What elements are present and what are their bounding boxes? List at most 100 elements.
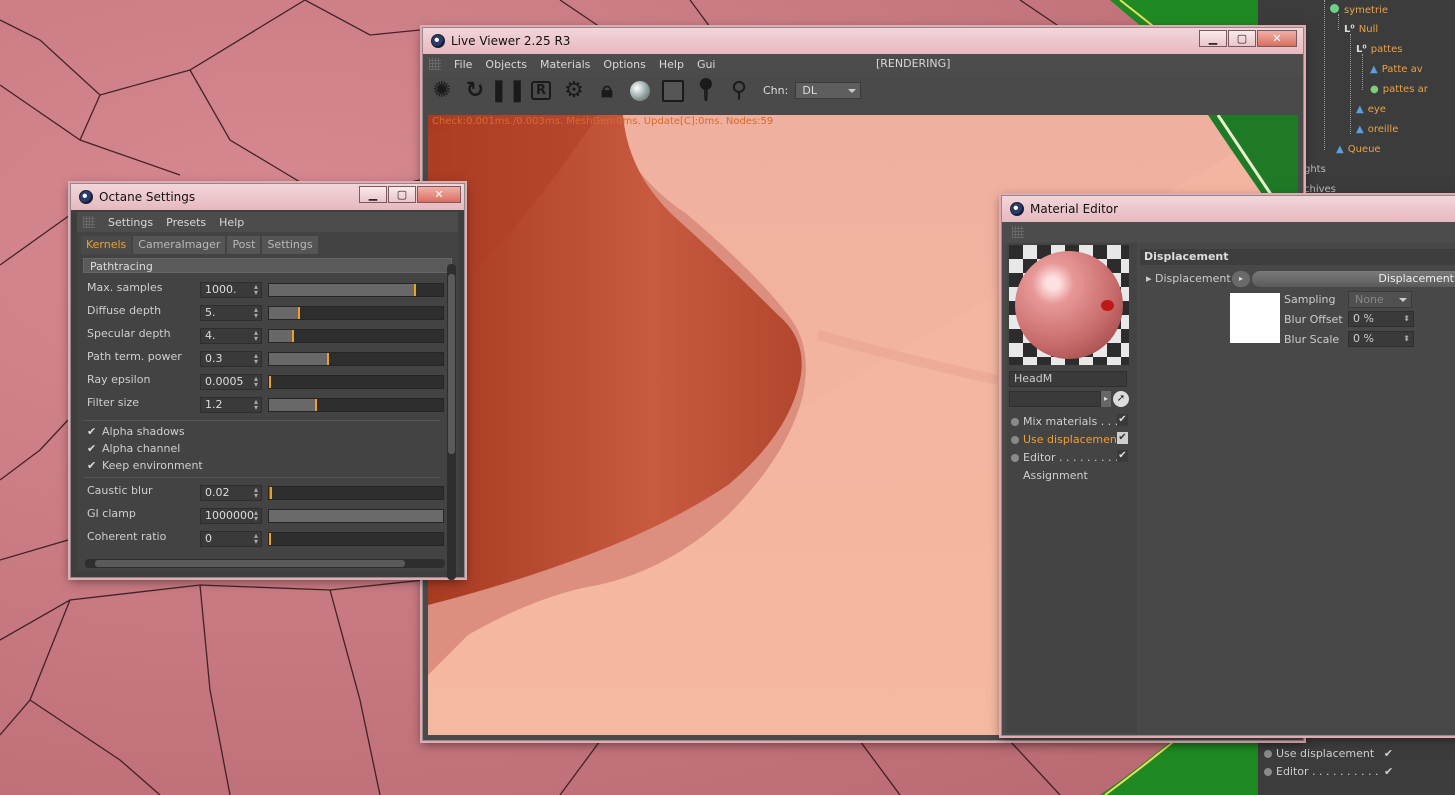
tree-item-patte-av[interactable]: ▲ Patte av	[1370, 64, 1423, 75]
vertical-scrollbar[interactable]	[447, 264, 456, 580]
spinner-icon[interactable]: ▴ ▾	[254, 375, 258, 389]
param-slider[interactable]	[268, 398, 444, 412]
tree-item-oreille[interactable]: ▲ oreille	[1356, 124, 1398, 135]
spinner-icon[interactable]: ▴ ▾	[254, 306, 258, 320]
param-slider[interactable]	[268, 375, 444, 389]
check-icon[interactable]: ✔	[1117, 432, 1128, 444]
check-icon[interactable]: ✔	[87, 425, 98, 438]
region-render-icon[interactable]: R	[528, 78, 554, 104]
tab-cameraimager[interactable]: CameraImager	[133, 236, 226, 254]
param-slider[interactable]	[268, 486, 444, 500]
maximize-button[interactable]: ▢	[388, 186, 416, 203]
menu-options[interactable]: Options	[603, 58, 645, 71]
param-slider[interactable]	[268, 283, 444, 297]
param-value-field[interactable]: 1000. ▴ ▾	[200, 282, 262, 298]
sampling-select[interactable]: None	[1348, 291, 1412, 308]
slider-handle[interactable]	[327, 353, 330, 365]
param-slider[interactable]	[268, 509, 444, 523]
check-icon[interactable]: ✔	[1384, 747, 1393, 760]
spinner-icon[interactable]: ▴ ▾	[254, 329, 258, 343]
tab-post[interactable]: Post	[227, 236, 261, 254]
focus-picker-icon[interactable]: 📍︎	[692, 78, 720, 104]
check-icon[interactable]: ✔	[87, 459, 98, 472]
menu-materials[interactable]: Materials	[540, 58, 590, 71]
material-link-field[interactable]	[1009, 391, 1101, 407]
tab-kernels[interactable]: Kernels	[81, 236, 132, 254]
object-archives-partial[interactable]: chives	[1304, 184, 1336, 195]
play-arrow-icon[interactable]: ▸	[1232, 271, 1250, 287]
close-button[interactable]: ✕	[417, 186, 461, 203]
param-value-field[interactable]: 0 ▴ ▾	[200, 531, 262, 547]
param-slider[interactable]	[268, 352, 444, 366]
displacement-texture-button[interactable]: Displacement	[1252, 271, 1455, 287]
slider-handle[interactable]	[414, 284, 417, 296]
alpha-channel-checkbox[interactable]: ✔ Alpha channel	[87, 442, 180, 455]
tree-item-eye[interactable]: ▲ eye	[1356, 104, 1386, 115]
tree-item-queue[interactable]: ▲ Queue	[1336, 144, 1381, 155]
menu-presets[interactable]: Presets	[166, 216, 206, 229]
tree-item-pattes[interactable]: L⁰ pattes	[1356, 44, 1402, 55]
menu-help[interactable]: Help	[659, 58, 684, 71]
scrollbar-thumb[interactable]	[95, 560, 405, 567]
section-header-displacement[interactable]: Displacement	[1140, 249, 1455, 265]
pointer-icon[interactable]: ➚	[1113, 391, 1129, 407]
horizontal-scrollbar[interactable]	[85, 559, 445, 568]
blur-offset-field[interactable]: 0 % ⬍	[1348, 311, 1414, 327]
scrollbar-thumb[interactable]	[448, 274, 455, 454]
check-icon[interactable]: ✔	[1384, 765, 1393, 778]
object-lights-partial[interactable]: ghts	[1304, 164, 1326, 175]
spinner-icon[interactable]: ▴ ▾	[254, 283, 258, 297]
close-button[interactable]: ✕	[1257, 30, 1297, 47]
spinner-icon[interactable]: ▴ ▾	[254, 398, 258, 412]
octane-logo-icon[interactable]: ✺	[429, 78, 455, 104]
menu-gui[interactable]: Gui	[697, 58, 716, 71]
octane-settings-titlebar[interactable]: Octane Settings ▁ ▢ ✕	[71, 184, 464, 210]
collapse-arrow-icon[interactable]: ▸	[1146, 272, 1155, 285]
pause-icon[interactable]: ❚❚	[490, 78, 527, 104]
param-value-field[interactable]: 1.2 ▴ ▾	[200, 397, 262, 413]
param-value-field[interactable]: 0.02 ▴ ▾	[200, 485, 262, 501]
minimize-button[interactable]: ▁	[1199, 30, 1227, 47]
menu-objects[interactable]: Objects	[485, 58, 527, 71]
attr-use-displacement[interactable]: Use displacement ✔	[1264, 747, 1393, 760]
tree-item-null[interactable]: L⁰ Null	[1344, 24, 1378, 35]
alpha-shadows-checkbox[interactable]: ✔ Alpha shadows	[87, 425, 185, 438]
param-slider[interactable]	[268, 329, 444, 343]
slider-handle[interactable]	[269, 533, 271, 545]
channel-assignment[interactable]: Assignment	[1023, 469, 1088, 482]
check-icon[interactable]: ✔	[1117, 414, 1128, 426]
menu-settings[interactable]: Settings	[108, 216, 153, 229]
param-slider[interactable]	[268, 306, 444, 320]
material-preview[interactable]	[1009, 245, 1129, 365]
drag-grip-icon[interactable]	[1012, 226, 1024, 238]
material-editor-titlebar[interactable]: Material Editor	[1002, 196, 1455, 222]
spinner-icon[interactable]: ▴ ▾	[254, 532, 258, 546]
slider-handle[interactable]	[269, 487, 272, 499]
material-preview-icon[interactable]	[627, 78, 653, 104]
param-value-field[interactable]: 0.3 ▴ ▾	[200, 351, 262, 367]
material-picker-icon[interactable]: ⚲	[726, 78, 752, 104]
channel-mix-materials[interactable]: Mix materials . . . . ✔	[1011, 414, 1128, 428]
param-slider[interactable]	[268, 532, 444, 546]
param-value-field[interactable]: 1000000. ▴ ▾	[200, 508, 262, 524]
slider-handle[interactable]	[292, 330, 295, 342]
param-value-field[interactable]: 4. ▴ ▾	[200, 328, 262, 344]
keep-environment-checkbox[interactable]: ✔ Keep environment	[87, 459, 203, 472]
spinner-icon[interactable]: ⬍	[1403, 332, 1410, 346]
minimize-button[interactable]: ▁	[359, 186, 387, 203]
tab-settings[interactable]: Settings	[262, 236, 318, 254]
drag-grip-icon[interactable]	[83, 216, 95, 228]
channel-editor[interactable]: Editor . . . . . . . . . . ✔	[1011, 450, 1128, 464]
blur-scale-field[interactable]: 0 % ⬍	[1348, 331, 1414, 347]
spinner-icon[interactable]: ⬍	[1403, 312, 1410, 326]
menu-file[interactable]: File	[454, 58, 472, 71]
slider-handle[interactable]	[297, 307, 300, 319]
check-icon[interactable]: ✔	[87, 442, 98, 455]
drag-grip-icon[interactable]	[429, 58, 441, 70]
check-icon[interactable]: ✔	[1117, 450, 1128, 462]
section-header-pathtracing[interactable]: Pathtracing	[83, 258, 452, 273]
spinner-icon[interactable]: ▴ ▾	[254, 509, 258, 523]
maximize-button[interactable]: ▢	[1228, 30, 1256, 47]
clay-mode-icon[interactable]	[660, 78, 686, 104]
settings-gear-icon[interactable]: ⚙	[561, 78, 587, 104]
